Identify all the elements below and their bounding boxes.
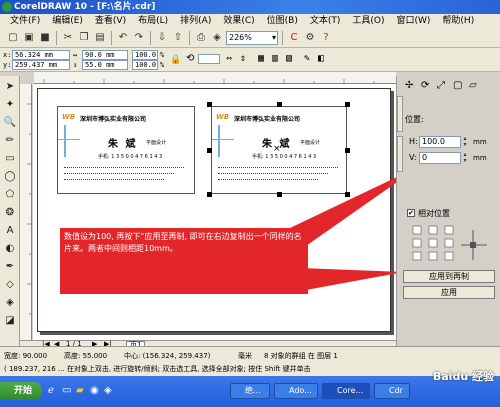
- start-label: 开始: [14, 386, 33, 396]
- status-center: 中心: (156.324, 259.437): [124, 352, 211, 360]
- taskbar-item[interactable]: Ado...: [274, 383, 318, 399]
- status-object-info: 8 对象的群组 在 图层 1: [264, 352, 338, 360]
- taskbar-item-label: Cdr: [389, 386, 403, 395]
- apply-button[interactable]: 应用: [403, 286, 495, 299]
- apply-label: 应用: [441, 288, 457, 297]
- relative-position-label: 相对位置: [418, 209, 450, 218]
- quicklaunch-folder-icon[interactable]: ▰: [76, 385, 84, 396]
- status-height: 高度: 55.000: [64, 352, 108, 360]
- horizontal-position-field[interactable]: 100.0: [419, 136, 461, 148]
- quicklaunch-ie-icon[interactable]: ℯ: [48, 385, 54, 396]
- docker-tab[interactable]: [397, 96, 403, 132]
- horizontal-label: H:: [409, 137, 418, 146]
- vertical-position-value: 0: [422, 153, 428, 162]
- vertical-unit: mm: [473, 154, 487, 162]
- skew-transform-icon[interactable]: ▱: [469, 80, 477, 91]
- instruction-callout: 数值设为100, 再按下“应用至再制, 即可在右边复制出一个同样的名片来。两者中…: [60, 228, 308, 294]
- taskbar-item[interactable]: 绝...: [230, 383, 270, 399]
- position-transform-icon[interactable]: ✢: [405, 80, 413, 91]
- scale-transform-icon[interactable]: ⤢: [437, 80, 445, 91]
- vertical-label: V:: [409, 153, 417, 162]
- position-label: 位置:: [405, 115, 424, 124]
- taskbar-item-label: 绝...: [245, 386, 261, 395]
- anchor-grid[interactable]: [411, 224, 491, 264]
- relative-position-checkbox[interactable]: ✔: [407, 209, 415, 217]
- status-unit: 毫米: [238, 352, 252, 360]
- horizontal-spinner[interactable]: ▴ ▾: [461, 136, 469, 148]
- status-bar: 宽度: 90.000 高度: 55.000 中心: (156.324, 259.…: [0, 346, 500, 376]
- transform-docker: ✢ ⟳ ⤢ ▢ ▱ 位置: H: 100.0 ▴ ▾ mm V: 0 ▴ ▾ mm …: [396, 76, 500, 351]
- status-width: 宽度: 90.000: [4, 352, 48, 360]
- vertical-position-field[interactable]: 0: [419, 152, 461, 164]
- callout-pointer-lower: [300, 268, 404, 290]
- taskbar-item-label: Core...: [337, 386, 364, 395]
- start-button[interactable]: 开始: [0, 382, 42, 400]
- taskbar-item[interactable]: Cdr: [374, 383, 410, 399]
- quicklaunch-media-icon[interactable]: ◉: [90, 385, 99, 396]
- horizontal-unit: mm: [473, 138, 487, 146]
- quicklaunch-desktop-icon[interactable]: ▭: [62, 385, 71, 396]
- rotate-transform-icon[interactable]: ⟳: [421, 80, 429, 91]
- vertical-spinner[interactable]: ▴ ▾: [461, 152, 469, 164]
- callout-text: 数值设为100, 再按下“应用至再制, 即可在右边复制出一个同样的名片来。两者中…: [64, 232, 302, 253]
- apply-to-duplicate-button[interactable]: 应用到再制: [403, 270, 495, 283]
- quicklaunch-app-icon[interactable]: ◈: [104, 385, 112, 396]
- size-transform-icon[interactable]: ▢: [453, 80, 462, 91]
- watermark-text: Baidu 经验: [432, 370, 494, 383]
- status-hint: ( 189.237, 216 ... 在对象上双击, 进行旋转/倾斜; 双击选工…: [4, 365, 311, 373]
- windows-taskbar: 开始 ℯ ▭ ▰ ◉ ◈ 绝... Ado... Core... Cdr: [0, 376, 500, 407]
- apply-to-duplicate-label: 应用到再制: [429, 272, 469, 281]
- taskbar-item-active[interactable]: Core...: [322, 383, 370, 399]
- horizontal-position-value: 100.0: [422, 137, 445, 146]
- taskbar-item-label: Ado...: [289, 386, 312, 395]
- watermark: Baidu 经验: [433, 368, 494, 384]
- docker-tab[interactable]: [397, 136, 403, 172]
